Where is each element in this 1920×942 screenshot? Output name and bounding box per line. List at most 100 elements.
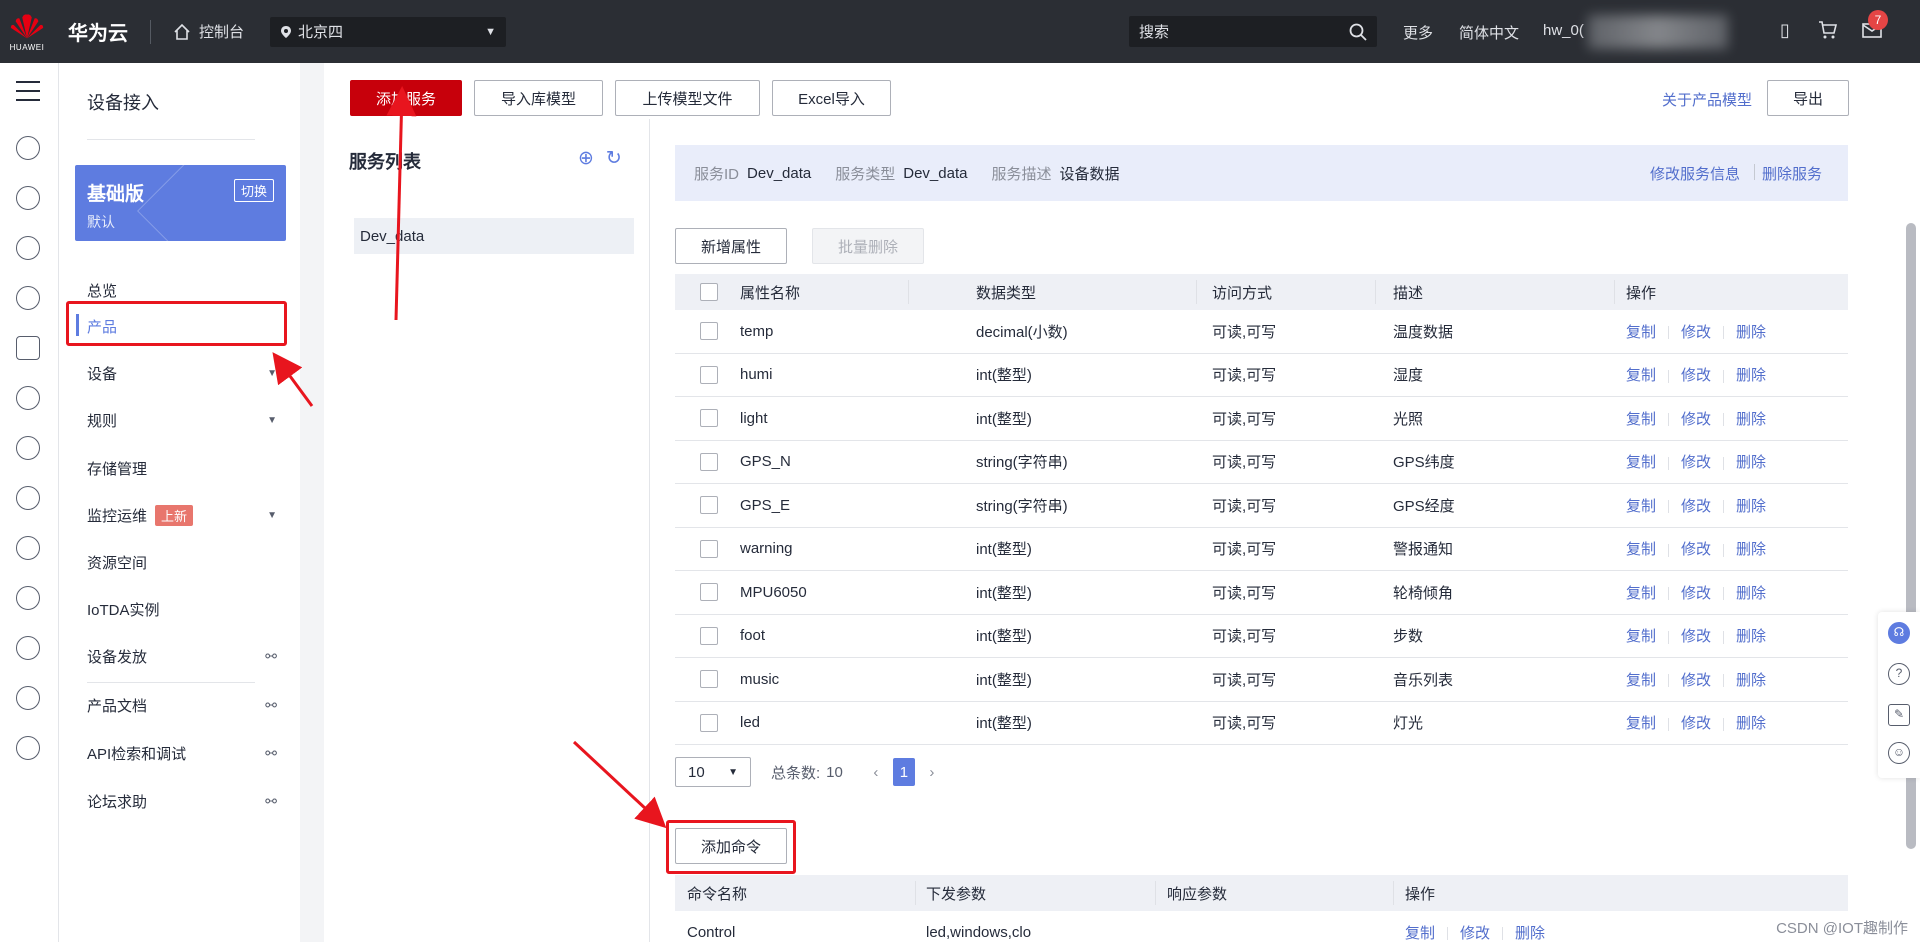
service-list-item[interactable]: Dev_data — [354, 218, 634, 254]
copy-link[interactable]: 复制 — [1626, 628, 1656, 645]
search-icon[interactable] — [1349, 23, 1367, 41]
nav-item-storage[interactable]: 存储管理 — [87, 456, 287, 480]
menu-icon[interactable] — [16, 81, 40, 108]
copy-link[interactable]: 复制 — [1626, 411, 1656, 428]
cloud-name[interactable]: 华为云 — [68, 17, 128, 46]
help-icon[interactable]: ? — [1888, 663, 1910, 685]
row-checkbox[interactable] — [700, 670, 718, 689]
huawei-logo[interactable]: HUAWEI — [0, 0, 54, 63]
modify-link[interactable]: 修改 — [1681, 715, 1711, 732]
cloud-icon[interactable] — [16, 186, 40, 210]
copy-link[interactable]: 复制 — [1626, 585, 1656, 602]
delete-link[interactable]: 删除 — [1736, 324, 1766, 341]
nav-item-docs[interactable]: 产品文档 ⚯ — [87, 693, 287, 717]
nav-item-api-explorer[interactable]: API检索和调试 ⚯ — [87, 741, 287, 765]
row-checkbox[interactable] — [700, 409, 718, 428]
copy-link[interactable]: 复制 — [1626, 672, 1656, 689]
select-all-checkbox[interactable] — [700, 283, 718, 301]
delete-service-link[interactable]: 删除服务 — [1762, 163, 1822, 184]
refresh-icon[interactable]: ↻ — [606, 147, 622, 170]
cloud-check-icon[interactable] — [16, 486, 40, 510]
user-menu[interactable]: hw_0( — [1543, 22, 1584, 39]
upload-model-button[interactable]: 上传模型文件 — [615, 80, 760, 116]
cloud-upload-icon[interactable] — [16, 436, 40, 460]
modify-link[interactable]: 修改 — [1681, 498, 1711, 515]
modify-link[interactable]: 修改 — [1681, 628, 1711, 645]
next-page-icon[interactable]: › — [921, 758, 943, 786]
modify-link[interactable]: 修改 — [1460, 925, 1490, 942]
copy-link[interactable]: 复制 — [1405, 925, 1435, 942]
copy-link[interactable]: 复制 — [1626, 324, 1656, 341]
delete-link[interactable]: 删除 — [1736, 411, 1766, 428]
delete-link[interactable]: 删除 — [1736, 454, 1766, 471]
import-model-button[interactable]: 导入库模型 — [474, 80, 603, 116]
search-input[interactable]: 搜索 — [1129, 16, 1377, 47]
region-selector[interactable]: 北京四 ▼ — [270, 16, 507, 47]
database-icon[interactable] — [16, 736, 40, 760]
batch-delete-button[interactable]: 批量删除 — [812, 228, 924, 264]
cart-icon[interactable] — [1818, 20, 1838, 40]
add-property-button[interactable]: 新增属性 — [675, 228, 787, 264]
modify-link[interactable]: 修改 — [1681, 585, 1711, 602]
nav-item-rules[interactable]: 规则 ▼ — [87, 408, 287, 432]
nav-item-device[interactable]: 设备 ▼ — [87, 361, 287, 385]
row-checkbox[interactable] — [700, 496, 718, 515]
delete-link[interactable]: 删除 — [1736, 628, 1766, 645]
language-menu[interactable]: 简体中文 — [1459, 22, 1519, 43]
page-size-select[interactable]: 10 ▼ — [675, 757, 751, 787]
console-link[interactable]: 控制台 — [173, 21, 244, 42]
copy-link[interactable]: 复制 — [1626, 541, 1656, 558]
prev-page-icon[interactable]: ‹ — [865, 758, 887, 786]
modify-link[interactable]: 修改 — [1681, 454, 1711, 471]
globe-icon[interactable] — [16, 686, 40, 710]
modify-service-link[interactable]: 修改服务信息 — [1650, 163, 1740, 184]
nav-item-provisioning[interactable]: 设备发放 ⚯ — [87, 644, 287, 668]
delete-link[interactable]: 删除 — [1515, 925, 1545, 942]
row-checkbox[interactable] — [700, 539, 718, 558]
add-service-button[interactable]: 添加服务 — [350, 80, 462, 116]
delete-link[interactable]: 删除 — [1736, 367, 1766, 384]
nav-item-monitoring[interactable]: 监控运维 上新 ▼ — [87, 503, 287, 527]
cloud-sync-icon[interactable] — [16, 386, 40, 410]
device-icon[interactable] — [16, 336, 40, 360]
nav-item-overview[interactable]: 总览 — [87, 278, 287, 302]
feedback-icon[interactable]: ✎ — [1888, 704, 1910, 726]
nav-item-resource-space[interactable]: 资源空间 — [87, 550, 287, 574]
doc-icon[interactable]: ▯ — [1780, 20, 1790, 41]
row-checkbox[interactable] — [700, 365, 718, 384]
copy-link[interactable]: 复制 — [1626, 454, 1656, 471]
ip-icon[interactable] — [16, 586, 40, 610]
about-model-link[interactable]: 关于产品模型 — [1662, 89, 1752, 110]
modify-link[interactable]: 修改 — [1681, 672, 1711, 689]
modify-link[interactable]: 修改 — [1681, 367, 1711, 384]
delete-link[interactable]: 删除 — [1736, 498, 1766, 515]
delete-link[interactable]: 删除 — [1736, 715, 1766, 732]
row-checkbox[interactable] — [700, 626, 718, 645]
copy-link[interactable]: 复制 — [1626, 367, 1656, 384]
excel-import-button[interactable]: Excel导入 — [772, 80, 891, 116]
row-checkbox[interactable] — [700, 322, 718, 341]
switch-edition-button[interactable]: 切换 — [233, 179, 274, 202]
modify-link[interactable]: 修改 — [1681, 541, 1711, 558]
row-checkbox[interactable] — [700, 583, 718, 602]
storage-icon[interactable] — [16, 236, 40, 260]
delete-link[interactable]: 删除 — [1736, 541, 1766, 558]
copy-link[interactable]: 复制 — [1626, 498, 1656, 515]
cluster-icon[interactable] — [16, 636, 40, 660]
copy-link[interactable]: 复制 — [1626, 715, 1656, 732]
export-button[interactable]: 导出 — [1767, 80, 1849, 116]
nav-item-forum[interactable]: 论坛求助 ⚯ — [87, 789, 287, 813]
more-menu[interactable]: 更多 — [1403, 22, 1433, 43]
delete-link[interactable]: 删除 — [1736, 672, 1766, 689]
cloud-server-icon[interactable] — [16, 136, 40, 160]
sail-icon[interactable] — [16, 536, 40, 560]
smile-icon[interactable]: ☺ — [1888, 742, 1910, 764]
wave-icon[interactable] — [16, 286, 40, 310]
row-checkbox[interactable] — [700, 713, 718, 732]
nav-item-iotda-instance[interactable]: IoTDA实例 — [87, 597, 287, 621]
add-circle-icon[interactable]: ⊕ — [578, 147, 594, 170]
delete-link[interactable]: 删除 — [1736, 585, 1766, 602]
headset-icon[interactable]: ☊ — [1888, 622, 1910, 644]
modify-link[interactable]: 修改 — [1681, 324, 1711, 341]
row-checkbox[interactable] — [700, 452, 718, 471]
